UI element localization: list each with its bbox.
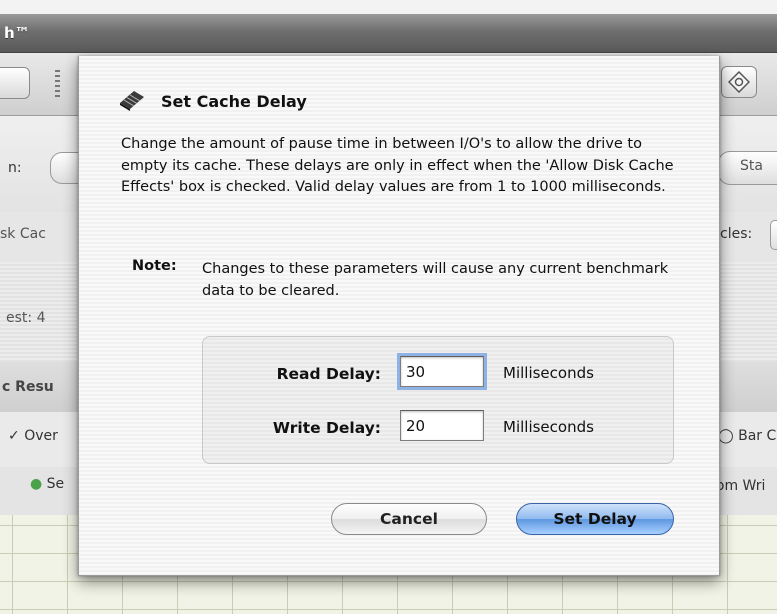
bg-radio-label: Bar C — [738, 428, 777, 444]
app-titlebar: h™ — [0, 14, 777, 53]
bg-label: est: 4 — [6, 310, 46, 326]
bg-start-label: Sta — [740, 158, 763, 174]
dialog-title: Set Cache Delay — [161, 92, 307, 111]
read-delay-input[interactable] — [397, 353, 487, 390]
bg-status-label: Se — [46, 476, 65, 492]
toolbar-button-right[interactable] — [721, 66, 757, 98]
bg-label: c Resu — [2, 379, 54, 395]
bg-label: lom Wri — [712, 478, 766, 494]
write-delay-label: Write Delay: — [272, 419, 381, 437]
toolbar-grip-icon — [55, 70, 60, 98]
note-label: Note: — [132, 258, 177, 274]
diamond-gear-icon — [728, 71, 750, 93]
note-text: Changes to these parameters will cause a… — [202, 261, 669, 299]
cancel-button[interactable]: Cancel — [331, 503, 487, 535]
memory-chip-icon — [120, 91, 144, 111]
bg-label: ✓ Over — [8, 428, 58, 444]
write-delay-input[interactable] — [400, 410, 484, 441]
bg-popup[interactable] — [770, 220, 777, 250]
delay-fields-group: Read Delay: Milliseconds Write Delay: Mi… — [202, 336, 674, 464]
read-delay-label: Read Delay: — [276, 365, 381, 383]
write-delay-unit: Milliseconds — [503, 418, 594, 436]
bg-checkbox-label: Over — [24, 428, 58, 444]
read-delay-unit: Milliseconds — [503, 364, 594, 382]
app-title: h™ — [4, 24, 30, 42]
bg-label: ◯ Bar C — [718, 428, 777, 444]
set-delay-button[interactable]: Set Delay — [516, 503, 674, 535]
set-cache-delay-dialog: Set Cache Delay Change the amount of pau… — [78, 56, 720, 576]
bg-label: ● Se — [30, 476, 64, 492]
bg-label: cles: — [720, 226, 753, 242]
green-status-icon: ● — [30, 476, 43, 492]
toolbar-button-left[interactable] — [0, 67, 30, 99]
dialog-description: Change the amount of pause time in betwe… — [121, 136, 674, 195]
bg-label: sk Cac — [0, 226, 46, 242]
bg-label: n: — [8, 160, 22, 176]
